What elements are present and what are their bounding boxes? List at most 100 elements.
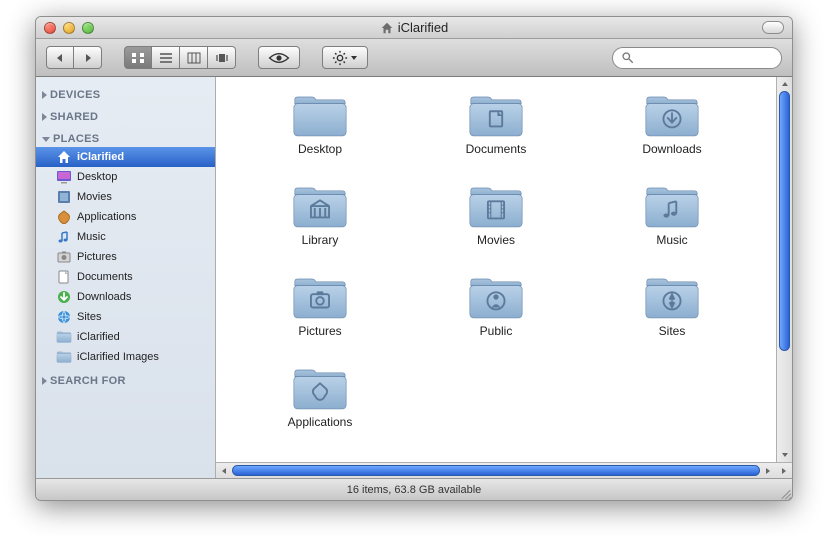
folder-icon — [291, 275, 349, 321]
scroll-right-button[interactable] — [761, 463, 775, 478]
folder-item-sites[interactable]: Sites — [584, 275, 760, 338]
sidebar-item-iclarified[interactable]: iClarified — [36, 147, 215, 167]
folder-icon — [467, 275, 525, 321]
folder-icon — [467, 93, 525, 139]
folder-label: Downloads — [642, 142, 701, 156]
folder-item-library[interactable]: Library — [232, 184, 408, 247]
resize-handle[interactable] — [778, 486, 790, 498]
quick-look — [258, 46, 300, 69]
folder-icon — [291, 184, 349, 230]
folder-label: Music — [656, 233, 687, 247]
sidebar-item-downloads[interactable]: Downloads — [36, 287, 215, 307]
folder-item-documents[interactable]: Documents — [408, 93, 584, 156]
sidebar-item-pictures[interactable]: Pictures — [36, 247, 215, 267]
sidebar-item-iclarified[interactable]: iClarified — [36, 327, 215, 347]
action-menu-button[interactable] — [322, 46, 368, 69]
sidebar-header-label: PLACES — [53, 133, 99, 145]
sidebar-group-devices: DEVICES — [36, 87, 215, 103]
sidebar-item-label: Pictures — [77, 251, 117, 263]
search-field[interactable] — [612, 47, 782, 69]
folder-item-applications[interactable]: Applications — [232, 366, 408, 429]
music-icon — [56, 229, 72, 245]
action-menu — [322, 46, 368, 69]
folder-icon — [291, 93, 349, 139]
sidebar-item-movies[interactable]: Movies — [36, 187, 215, 207]
sidebar-item-label: Desktop — [77, 171, 117, 183]
list-view-button[interactable] — [152, 46, 180, 69]
folder-item-downloads[interactable]: Downloads — [584, 93, 760, 156]
scroll-up-button[interactable] — [777, 77, 792, 91]
sidebar-group-searchfor: SEARCH FOR — [36, 373, 215, 389]
folder-label: Public — [480, 324, 513, 338]
sidebar-group-places: PLACES iClarified Desktop Movies Applicatio… — [36, 131, 215, 367]
disclosure-triangle-icon — [42, 137, 50, 142]
status-bar: 16 items, 63.8 GB available — [36, 478, 792, 500]
vertical-scrollbar[interactable] — [776, 77, 792, 462]
apps-icon — [56, 209, 72, 225]
folder-label: Documents — [466, 142, 527, 156]
folder-icon — [643, 275, 701, 321]
file-browser[interactable]: Desktop Documents Downloads Library Movies Mu… — [216, 77, 776, 462]
folder-item-public[interactable]: Public — [408, 275, 584, 338]
folder-label: Sites — [659, 324, 686, 338]
sidebar-header-label: DEVICES — [50, 89, 100, 101]
sidebar-item-sites[interactable]: Sites — [36, 307, 215, 327]
folder-item-movies[interactable]: Movies — [408, 184, 584, 247]
finder-window: iClarified — [35, 16, 793, 501]
sidebar-item-documents[interactable]: Documents — [36, 267, 215, 287]
view-mode-buttons — [124, 46, 236, 69]
scroll-down-button[interactable] — [777, 448, 792, 462]
search-input[interactable] — [639, 52, 773, 64]
sidebar-header-shared[interactable]: SHARED — [36, 109, 215, 125]
scroll-thumb[interactable] — [232, 465, 760, 476]
toolbar-toggle-button[interactable] — [762, 21, 784, 34]
sidebar-item-label: Movies — [77, 191, 112, 203]
sidebar-item-label: Applications — [77, 211, 136, 223]
sidebar-item-label: iClarified Images — [77, 351, 159, 363]
sidebar-header-places[interactable]: PLACES — [36, 131, 215, 147]
folder-icon — [643, 93, 701, 139]
desktop-icon — [56, 169, 72, 185]
home-icon — [380, 21, 394, 35]
sidebar-item-music[interactable]: Music — [36, 227, 215, 247]
scroll-right-button-2[interactable] — [777, 463, 791, 478]
toolbar — [36, 39, 792, 77]
documents-icon — [56, 269, 72, 285]
back-button[interactable] — [46, 46, 74, 69]
folder-icon — [56, 329, 72, 345]
sidebar-item-label: Sites — [77, 311, 101, 323]
movies-icon — [56, 189, 72, 205]
coverflow-view-button[interactable] — [208, 46, 236, 69]
sidebar-item-iclarified-images[interactable]: iClarified Images — [36, 347, 215, 367]
disclosure-triangle-icon — [42, 91, 47, 99]
column-view-button[interactable] — [180, 46, 208, 69]
sidebar-header-devices[interactable]: DEVICES — [36, 87, 215, 103]
folder-label: Desktop — [298, 142, 342, 156]
quick-look-button[interactable] — [258, 46, 300, 69]
sidebar-header-label: SHARED — [50, 111, 98, 123]
folder-label: Library — [302, 233, 339, 247]
status-text: 16 items, 63.8 GB available — [347, 484, 482, 496]
sidebar-item-applications[interactable]: Applications — [36, 207, 215, 227]
pictures-icon — [56, 249, 72, 265]
forward-button[interactable] — [74, 46, 102, 69]
sidebar-item-label: iClarified — [77, 151, 124, 163]
folder-icon — [643, 184, 701, 230]
sidebar-item-desktop[interactable]: Desktop — [36, 167, 215, 187]
folder-icon — [56, 349, 72, 365]
horizontal-scrollbar[interactable] — [216, 462, 792, 478]
sites-icon — [56, 309, 72, 325]
disclosure-triangle-icon — [42, 377, 47, 385]
folder-item-music[interactable]: Music — [584, 184, 760, 247]
folder-item-pictures[interactable]: Pictures — [232, 275, 408, 338]
folder-icon — [291, 366, 349, 412]
body: DEVICES SHARED PLACES iClarified Desktop M… — [36, 77, 792, 478]
sidebar-group-shared: SHARED — [36, 109, 215, 125]
sidebar-item-label: Music — [77, 231, 106, 243]
scroll-left-button[interactable] — [217, 463, 231, 478]
icon-view-button[interactable] — [124, 46, 152, 69]
sidebar-item-label: iClarified — [77, 331, 120, 343]
scroll-thumb[interactable] — [779, 91, 790, 351]
sidebar-header-searchfor[interactable]: SEARCH FOR — [36, 373, 215, 389]
folder-item-desktop[interactable]: Desktop — [232, 93, 408, 156]
